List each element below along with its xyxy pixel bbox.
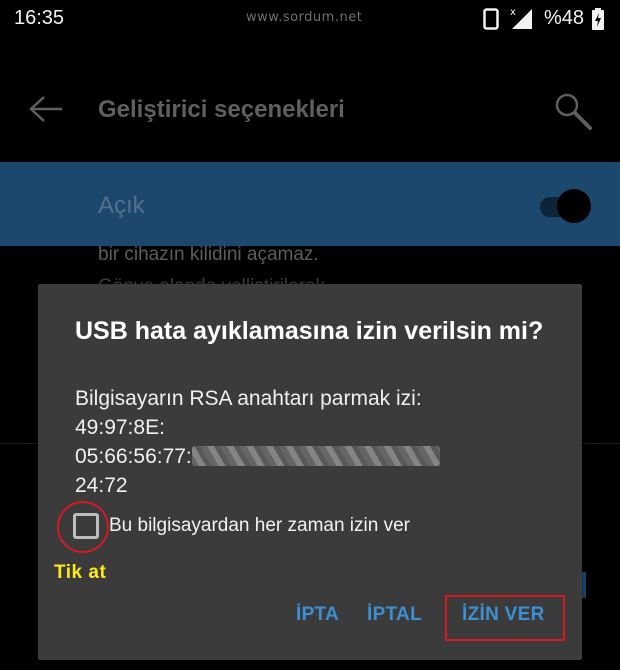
watermark: www.sordum.net	[246, 10, 363, 25]
svg-text:x: x	[510, 7, 516, 18]
battery-icon	[592, 8, 604, 30]
phone-icon	[483, 8, 499, 30]
background-description: bir cihazın kilidini açamaz.	[98, 244, 319, 265]
dialog-title: USB hata ayıklamasına izin verilsin mi?	[75, 317, 544, 345]
search-icon[interactable]	[552, 90, 594, 132]
status-bar: 16:35 www.sordum.net x %48	[0, 0, 620, 36]
cancel-button[interactable]: İPTAL	[367, 604, 422, 626]
toggle-thumb[interactable]	[557, 189, 591, 223]
page-title: Geliştirici seçenekleri	[98, 96, 345, 123]
status-time: 16:35	[14, 7, 65, 29]
battery-percent: %48	[544, 7, 585, 29]
rsa-label: Bilgisayarın RSA anahtarı parmak izi:	[75, 387, 422, 410]
blurred-fingerprint	[191, 446, 440, 466]
arrow-back-icon[interactable]	[28, 94, 64, 124]
always-allow-checkbox[interactable]	[73, 513, 99, 539]
rsa-line-1: 49:97:8E:	[75, 416, 165, 439]
annotation-tik-at: Tik at	[54, 562, 107, 583]
always-allow-label[interactable]: Bu bilgisayardan her zaman izin ver	[109, 515, 410, 537]
master-switch-label: Açık	[98, 192, 145, 219]
allow-button[interactable]: İZİN VER	[462, 604, 545, 626]
ipta-button[interactable]: İPTA	[296, 604, 339, 626]
usb-debug-dialog: USB hata ayıklamasına izin verilsin mi? …	[38, 284, 582, 660]
master-switch-bar[interactable]: Açık	[0, 162, 620, 246]
app-bar: Geliştirici seçenekleri	[0, 70, 620, 150]
rsa-line-2: 05:66:56:77:	[75, 442, 440, 471]
rsa-line-3: 24:72	[75, 474, 128, 497]
rsa-line-2-text: 05:66:56:77:	[75, 445, 192, 468]
signal-icon: x	[510, 7, 532, 29]
dialog-body: Bilgisayarın RSA anahtarı parmak izi: 49…	[75, 384, 440, 500]
